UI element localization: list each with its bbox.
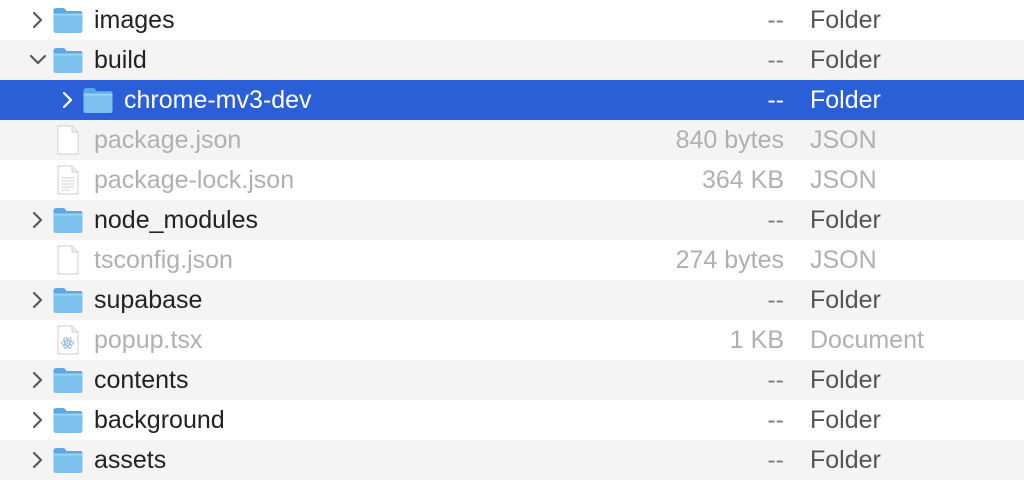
file-row-popup-tsx[interactable]: popup.tsx 1 KB Document xyxy=(0,320,1024,360)
folder-icon xyxy=(52,365,84,395)
file-row-background[interactable]: background -- Folder xyxy=(0,400,1024,440)
file-kind: Folder xyxy=(810,86,881,114)
file-kind: Folder xyxy=(810,446,881,474)
folder-icon xyxy=(52,285,84,315)
file-kind: Document xyxy=(810,326,924,354)
file-name: build xyxy=(94,46,147,74)
file-kind: Folder xyxy=(810,406,881,434)
folder-icon xyxy=(52,45,84,75)
file-size: -- xyxy=(767,286,784,314)
file-row-package-json[interactable]: package.json 840 bytes JSON xyxy=(0,120,1024,160)
file-name: assets xyxy=(94,446,167,474)
chevron-down-icon[interactable] xyxy=(26,40,50,80)
file-size: 364 KB xyxy=(701,166,784,194)
file-size: -- xyxy=(767,406,784,434)
file-row-tsconfig-json[interactable]: tsconfig.json 274 bytes JSON xyxy=(0,240,1024,280)
file-kind: JSON xyxy=(810,246,877,274)
chevron-right-icon[interactable] xyxy=(26,400,50,440)
chevron-right-icon[interactable] xyxy=(56,80,80,120)
file-row-node-modules[interactable]: node_modules -- Folder xyxy=(0,200,1024,240)
folder-icon xyxy=(52,445,84,475)
file-size: -- xyxy=(767,366,784,394)
file-name: contents xyxy=(94,366,189,394)
file-name: images xyxy=(94,6,175,34)
react-document-icon xyxy=(52,325,84,355)
file-kind: JSON xyxy=(810,126,877,154)
file-kind: Folder xyxy=(810,6,881,34)
file-name: package-lock.json xyxy=(94,166,295,194)
file-size: -- xyxy=(767,46,784,74)
file-name: supabase xyxy=(94,286,203,314)
file-size: 274 bytes xyxy=(675,246,784,274)
file-size: 1 KB xyxy=(729,326,784,354)
file-size: 840 bytes xyxy=(675,126,784,154)
file-row-supabase[interactable]: supabase -- Folder xyxy=(0,280,1024,320)
chevron-right-icon[interactable] xyxy=(26,0,50,40)
file-kind: Folder xyxy=(810,206,881,234)
file-row-contents[interactable]: contents -- Folder xyxy=(0,360,1024,400)
file-kind: Folder xyxy=(810,286,881,314)
file-size: -- xyxy=(767,446,784,474)
folder-icon xyxy=(52,205,84,235)
file-kind: JSON xyxy=(810,166,877,194)
file-row-package-lock-json[interactable]: package-lock.json 364 KB JSON xyxy=(0,160,1024,200)
file-row-build[interactable]: build -- Folder xyxy=(0,40,1024,80)
chevron-right-icon[interactable] xyxy=(26,360,50,400)
chevron-right-icon[interactable] xyxy=(26,440,50,480)
folder-icon xyxy=(52,5,84,35)
folder-icon xyxy=(52,405,84,435)
file-name: node_modules xyxy=(94,206,259,234)
file-list: images -- Folder build -- Folder chrome-mv3-… xyxy=(0,0,1024,480)
file-size: -- xyxy=(767,206,784,234)
file-size: -- xyxy=(767,6,784,34)
file-kind: Folder xyxy=(810,46,881,74)
document-icon xyxy=(52,245,84,275)
text-document-icon xyxy=(52,165,84,195)
file-row-images[interactable]: images -- Folder xyxy=(0,0,1024,40)
file-name: chrome-mv3-dev xyxy=(124,86,312,114)
file-kind: Folder xyxy=(810,366,881,394)
file-size: -- xyxy=(767,86,784,114)
file-name: package.json xyxy=(94,126,242,154)
file-row-chrome-mv3-dev[interactable]: chrome-mv3-dev -- Folder xyxy=(0,80,1024,120)
file-name: popup.tsx xyxy=(94,326,203,354)
folder-icon xyxy=(82,85,114,115)
file-row-assets[interactable]: assets -- Folder xyxy=(0,440,1024,480)
document-icon xyxy=(52,125,84,155)
file-name: background xyxy=(94,406,225,434)
chevron-right-icon[interactable] xyxy=(26,280,50,320)
file-name: tsconfig.json xyxy=(94,246,233,274)
chevron-right-icon[interactable] xyxy=(26,200,50,240)
